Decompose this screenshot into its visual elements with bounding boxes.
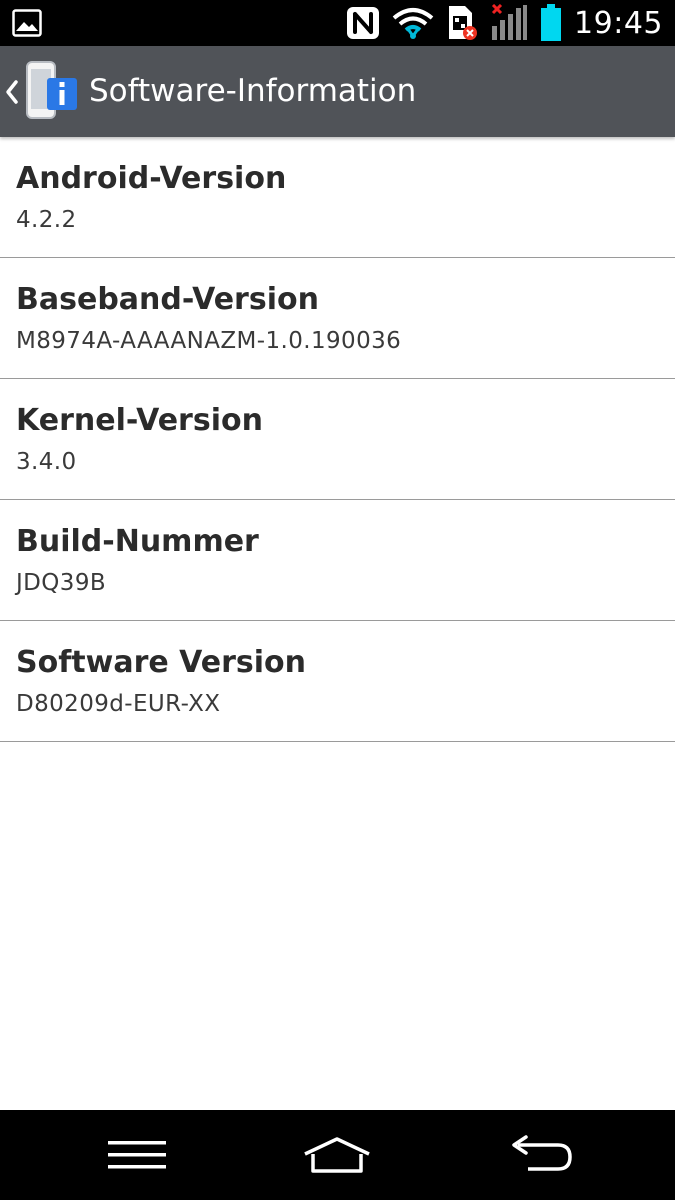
back-chevron-icon[interactable]: [4, 79, 20, 105]
list-item-value: JDQ39B: [16, 570, 107, 596]
list-item-title: Baseband-Version: [16, 282, 319, 317]
sim-card-error-icon: [449, 6, 478, 40]
home-icon: [304, 1137, 370, 1173]
menu-button[interactable]: [67, 1110, 207, 1200]
list-item-android-version[interactable]: Android-Version 4.2.2: [0, 137, 675, 258]
list-item-title: Build-Nummer: [16, 524, 259, 559]
list-item-value: 3.4.0: [16, 449, 77, 475]
navigation-bar: [0, 1110, 675, 1200]
list-item-build-number[interactable]: Build-Nummer JDQ39B: [0, 500, 675, 621]
list-item-software-version[interactable]: Software Version D80209d-EUR-XX: [0, 621, 675, 742]
home-button[interactable]: [267, 1110, 407, 1200]
action-bar: Software-Information: [0, 46, 675, 137]
list-item-value: M8974A-AAAANAZM-1.0.190036: [16, 328, 402, 354]
software-info-app-icon[interactable]: [24, 60, 80, 122]
status-bar: 19:45: [0, 0, 675, 46]
menu-icon: [108, 1141, 166, 1169]
signal-no-service-icon: [491, 4, 528, 40]
back-button[interactable]: [469, 1110, 609, 1200]
list-item-kernel-version[interactable]: Kernel-Version 3.4.0: [0, 379, 675, 500]
page-title: Software-Information: [89, 73, 417, 109]
list-item-baseband-version[interactable]: Baseband-Version M8974A-AAAANAZM-1.0.190…: [0, 258, 675, 379]
back-icon: [512, 1135, 572, 1171]
list-item-title: Software Version: [16, 645, 306, 680]
list-item-title: Android-Version: [16, 161, 287, 196]
gallery-notification-icon: [12, 9, 42, 37]
nfc-icon: [347, 7, 380, 39]
list-item-value: 4.2.2: [16, 207, 77, 233]
list-item-value: D80209d-EUR-XX: [16, 691, 221, 717]
software-info-list: Android-Version 4.2.2 Baseband-Version M…: [0, 137, 675, 742]
status-clock: 19:45: [574, 5, 663, 41]
wifi-icon: [392, 8, 434, 39]
battery-icon: [541, 4, 562, 41]
list-item-title: Kernel-Version: [16, 403, 263, 438]
